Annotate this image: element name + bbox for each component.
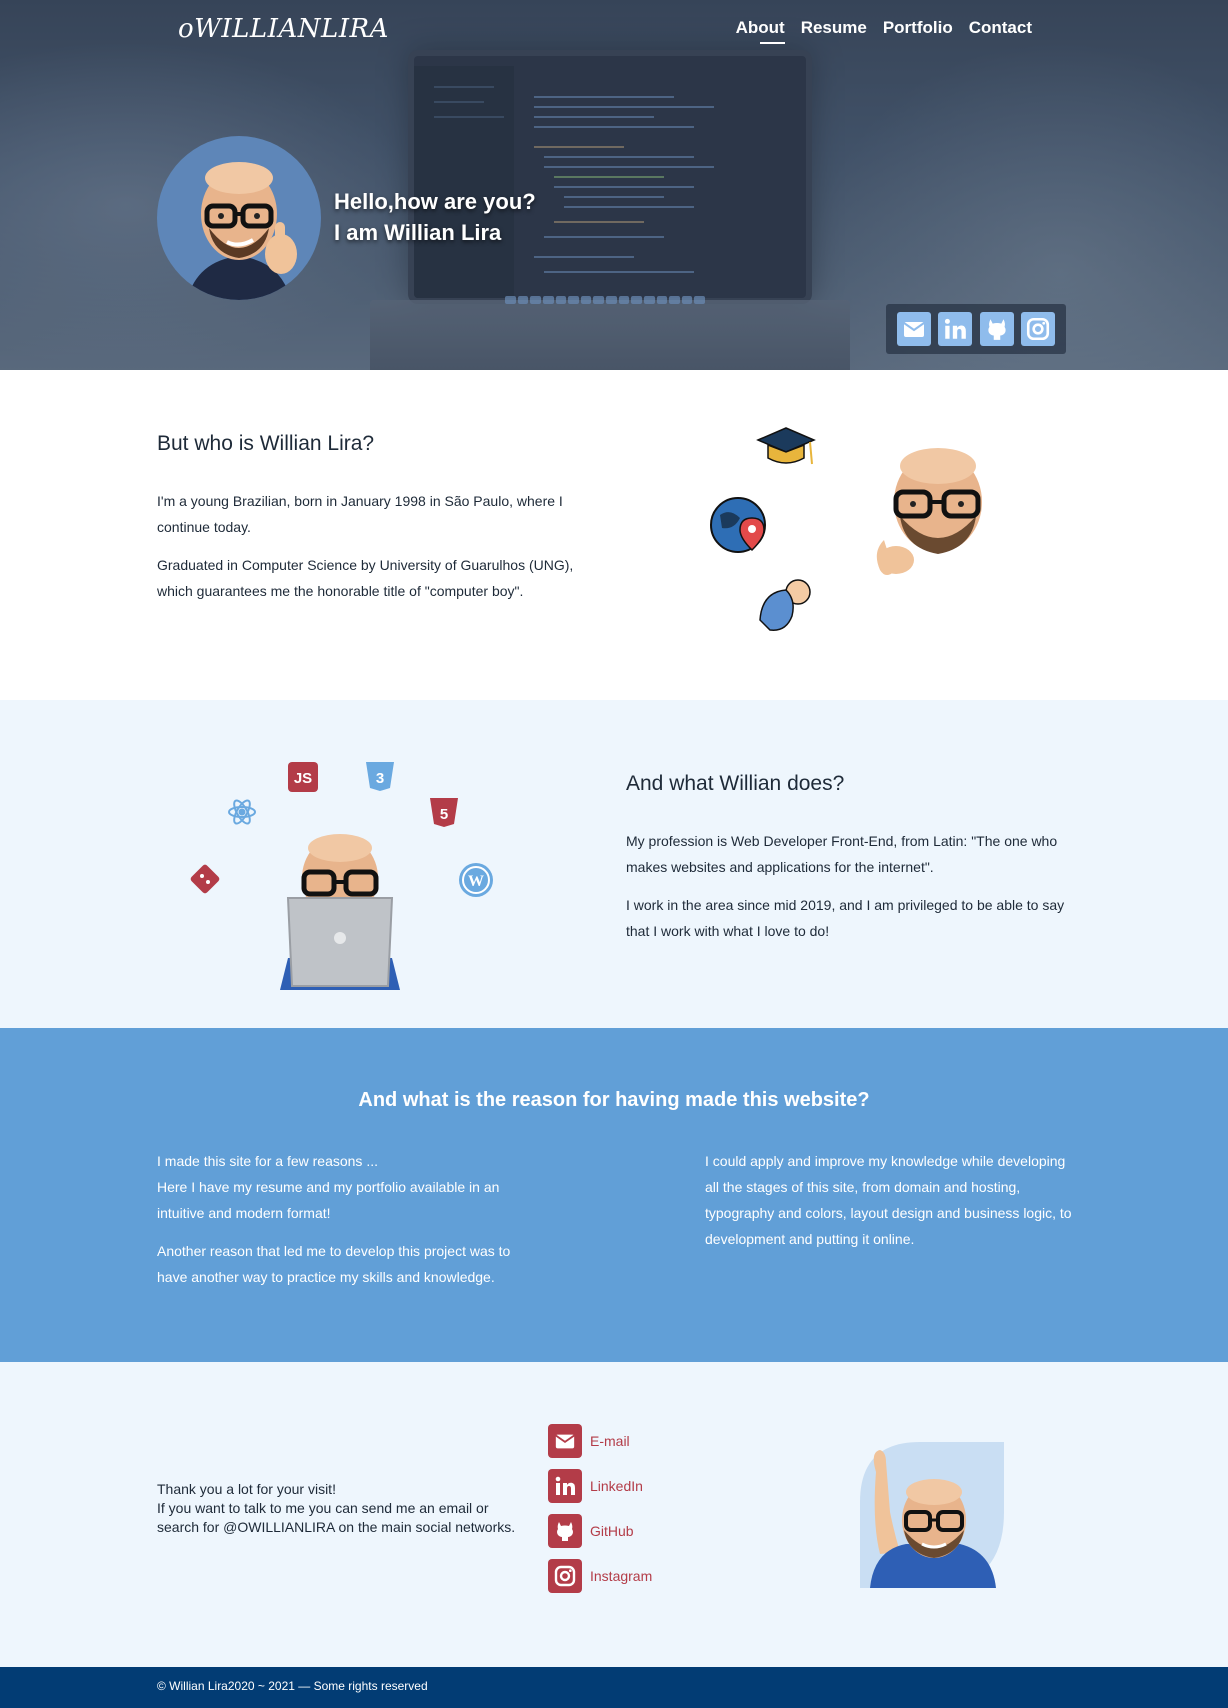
hero-social-box xyxy=(886,304,1066,354)
thinking-avatar xyxy=(876,448,982,575)
html5-icon: 5 xyxy=(430,798,458,827)
baby-icon xyxy=(759,579,811,631)
contact-github-label: GitHub xyxy=(590,1523,634,1539)
instagram-icon xyxy=(548,1559,582,1593)
reason-left-line-1: I made this site for a few reasons ... xyxy=(157,1153,378,1169)
github-icon xyxy=(548,1514,582,1548)
nav-about[interactable]: About xyxy=(736,18,785,44)
contact-instagram-label: Instagram xyxy=(590,1568,653,1584)
about-paragraph-2: Graduated in Computer Science by Univers… xyxy=(157,557,574,599)
hero-line-2: I am Willian Lira xyxy=(334,220,502,245)
reason-right-column: I could apply and improve my knowledge w… xyxy=(705,1148,1075,1252)
contact-linkedin-link[interactable]: LinkedIn xyxy=(548,1469,643,1503)
site-logo[interactable]: oWILLIANLIRA xyxy=(178,14,389,44)
nav-links: About Resume Portfolio Contact xyxy=(736,18,1032,44)
about-section: But who is Willian Lira? I'm a young Bra… xyxy=(0,370,1228,700)
footer: © Willian Lira2020 ~ 2021 — Some rights … xyxy=(0,1667,1228,1708)
about-illustration xyxy=(710,427,982,631)
hero-instagram-button[interactable] xyxy=(1020,312,1055,346)
reason-left-line-2: Here I have my resume and my portfolio a… xyxy=(157,1179,500,1221)
work-section: JS 3 5 W And what Willian does? My profe… xyxy=(0,700,1228,1028)
linkedin-icon xyxy=(548,1469,582,1503)
work-illustration: JS 3 5 W xyxy=(190,762,493,990)
hero-line-1: Hello,how are you? xyxy=(334,189,536,214)
laptop-avatar xyxy=(280,834,400,990)
contact-message: Thank you a lot for your visit! If you w… xyxy=(157,1480,517,1537)
work-title: And what Willian does? xyxy=(626,772,845,795)
svg-text:JS: JS xyxy=(294,770,312,787)
javascript-icon: JS xyxy=(288,762,318,792)
nav-contact[interactable]: Contact xyxy=(969,18,1032,38)
nav-portfolio[interactable]: Portfolio xyxy=(883,18,953,38)
linkedin-icon xyxy=(945,318,967,339)
reason-title: And what is the reason for having made t… xyxy=(358,1089,870,1111)
hero-avatar xyxy=(157,136,321,300)
svg-text:5: 5 xyxy=(440,806,448,823)
css3-icon: 3 xyxy=(366,762,394,791)
svg-text:3: 3 xyxy=(376,770,384,787)
contact-invite: If you want to talk to me you can send m… xyxy=(157,1500,516,1535)
email-icon xyxy=(903,322,925,337)
react-icon xyxy=(228,799,256,825)
wordpress-icon: W xyxy=(459,863,493,897)
waving-avatar xyxy=(860,1442,1004,1588)
work-paragraph-2: I work in the area since mid 2019, and I… xyxy=(626,897,1065,939)
about-paragraph-1: I'm a young Brazilian, born in January 1… xyxy=(157,493,563,535)
globe-pin-icon xyxy=(710,497,766,553)
contact-section: Thank you a lot for your visit! If you w… xyxy=(0,1362,1228,1667)
graduation-cap-icon xyxy=(756,427,816,465)
reason-left-paragraph-2: Another reason that led me to develop th… xyxy=(157,1243,511,1285)
about-title: But who is Willian Lira? xyxy=(157,432,375,455)
footer-copyright: © Willian Lira2020 ~ 2021 — Some rights … xyxy=(157,1679,428,1693)
work-paragraph-1: My profession is Web Developer Front-End… xyxy=(626,833,1058,875)
hero-section: oWILLIANLIRA About Resume Portfolio Cont… xyxy=(0,0,1228,370)
nav-resume[interactable]: Resume xyxy=(801,18,867,38)
reason-left-column: I made this site for a few reasons ... H… xyxy=(157,1148,537,1290)
reason-section: And what is the reason for having made t… xyxy=(0,1028,1228,1362)
hero-linkedin-button[interactable] xyxy=(938,312,973,346)
contact-email-link[interactable]: E-mail xyxy=(548,1424,630,1458)
hero-greeting: Hello,how are you? I am Willian Lira xyxy=(334,186,536,248)
contact-thanks: Thank you a lot for your visit! xyxy=(157,1481,336,1497)
instagram-icon xyxy=(1026,317,1049,341)
reason-right-paragraph: I could apply and improve my knowledge w… xyxy=(705,1153,1072,1247)
github-icon xyxy=(987,319,1006,340)
contact-instagram-link[interactable]: Instagram xyxy=(548,1559,652,1593)
contact-email-label: E-mail xyxy=(590,1433,630,1449)
hero-email-button[interactable] xyxy=(897,312,932,346)
email-icon xyxy=(548,1424,582,1458)
git-icon xyxy=(190,864,220,894)
contact-linkedin-label: LinkedIn xyxy=(590,1478,643,1494)
svg-text:W: W xyxy=(468,873,484,890)
top-nav: oWILLIANLIRA About Resume Portfolio Cont… xyxy=(0,0,1228,56)
contact-github-link[interactable]: GitHub xyxy=(548,1514,634,1548)
hero-github-button[interactable] xyxy=(979,312,1014,346)
